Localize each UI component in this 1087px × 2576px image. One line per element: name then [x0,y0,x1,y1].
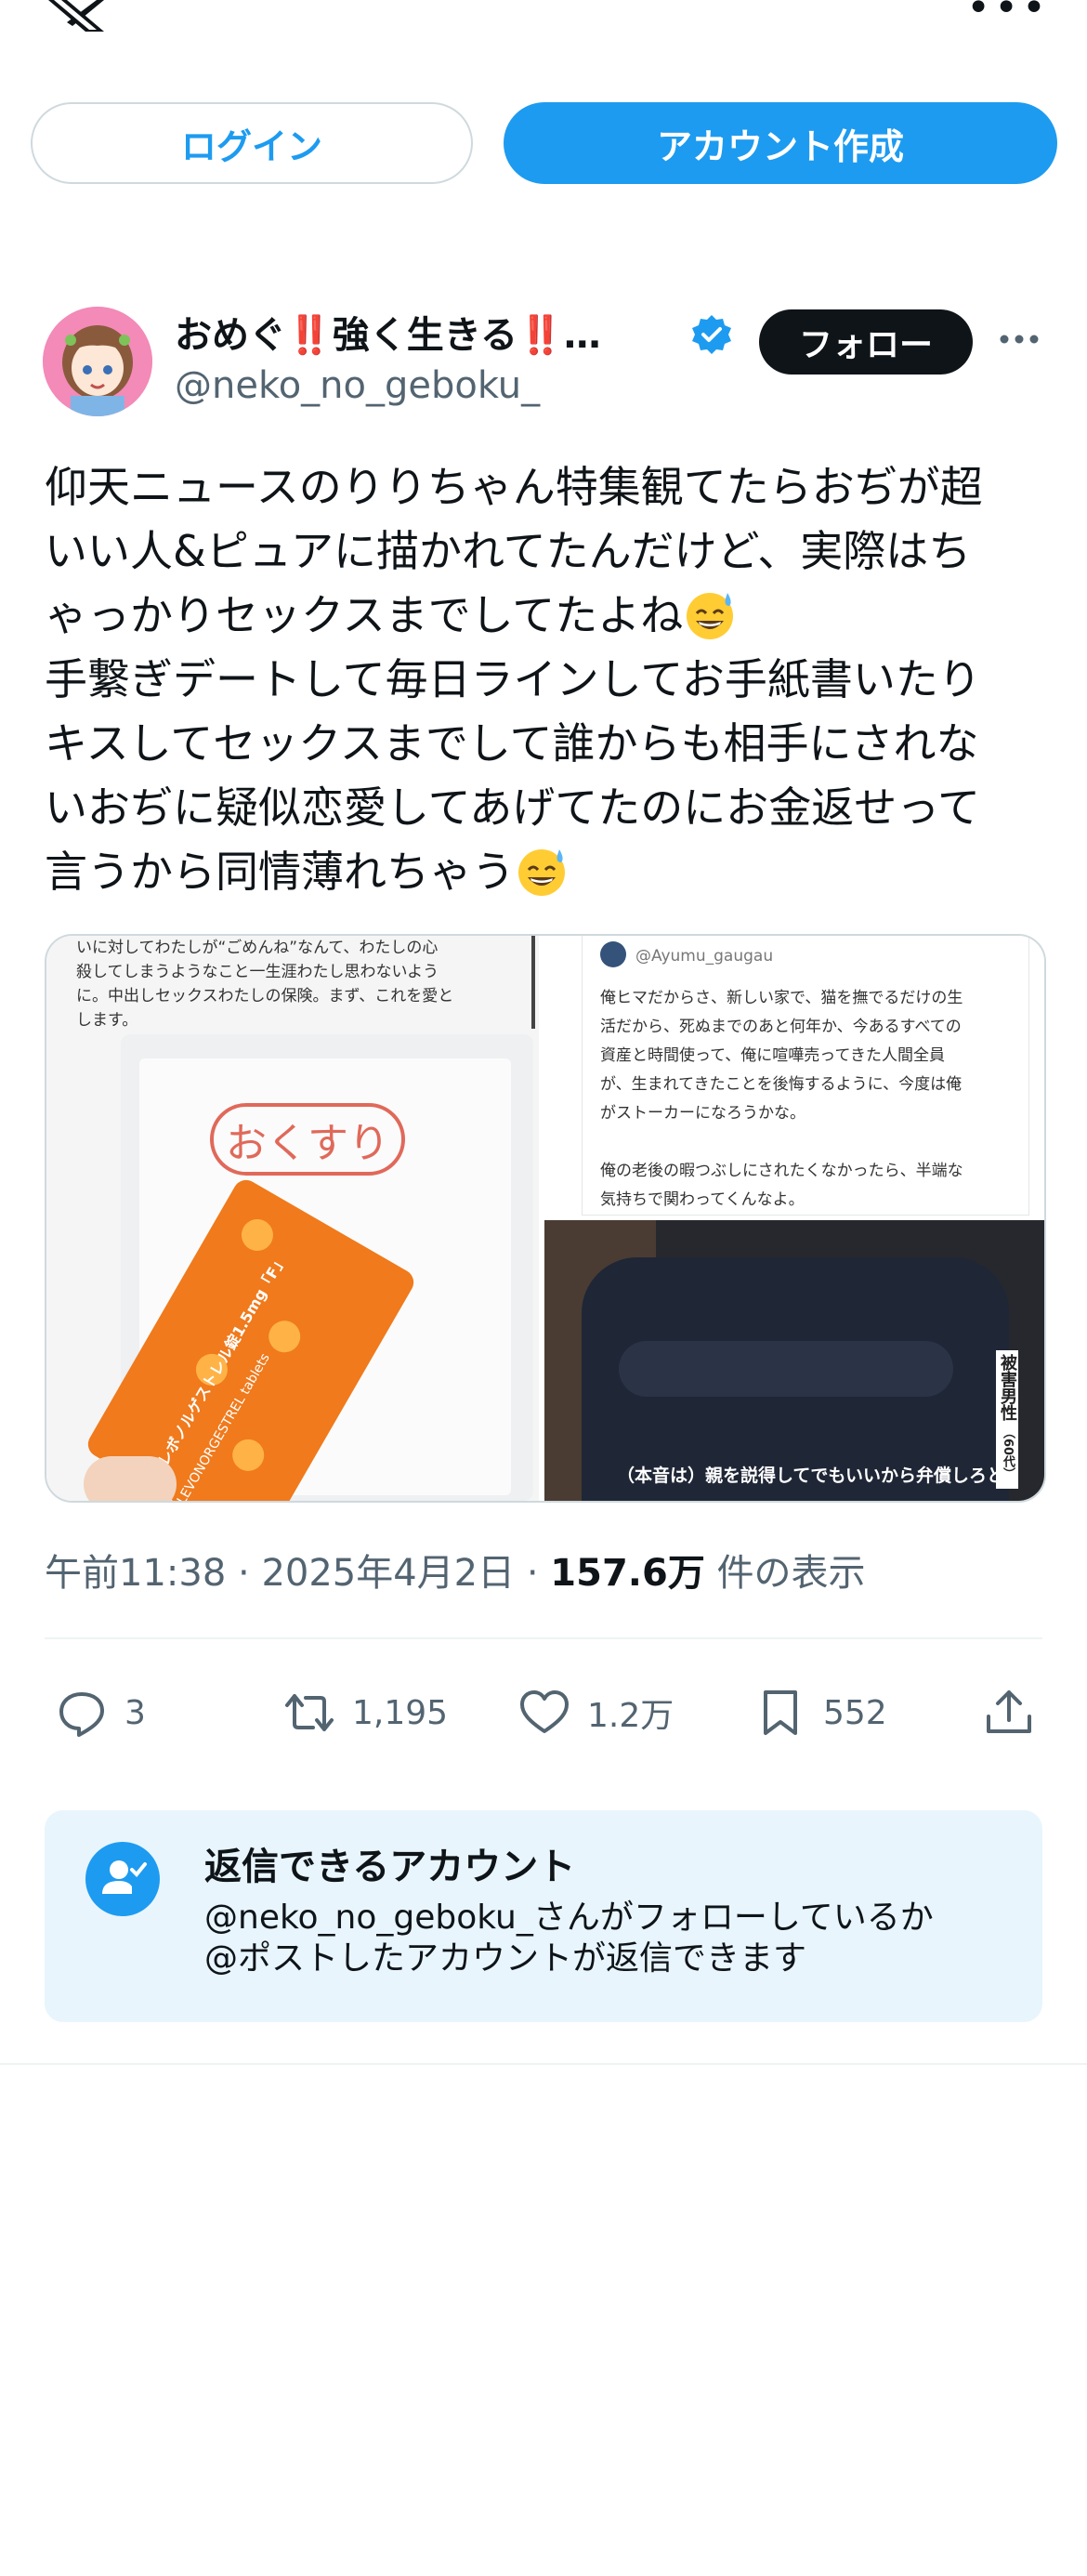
repost-icon [285,1694,334,1731]
follow-button[interactable]: フォロー [759,309,973,375]
reply-button[interactable]: 3 [56,1687,146,1739]
tweet-line: 仰天ニュースのりりちゃん特集観てたらおぢが超 [45,462,983,512]
divider [45,1637,1042,1639]
like-button[interactable]: 1.2万 [518,1687,674,1739]
tweet-line: 言うから同情薄れちゃう [45,847,515,897]
bookmark-icon [764,1690,797,1735]
tweet-line: いおぢに疑似恋愛してあげてたのにお金返せって [45,782,980,833]
repost-count: 1,195 [352,1693,449,1732]
share-button[interactable] [983,1687,1052,1739]
verified-badge-icon [692,315,731,354]
views-label: 件の表示 [716,1552,866,1595]
meta-separator: · [238,1552,250,1595]
user-check-icon [85,1842,160,1916]
interview-photo: 被害男性（60代） （本音は）親を説得してでもいいから弁償しろと [544,1220,1044,1501]
medicine-label: おくすり [210,1103,405,1176]
tweet-date[interactable]: 2025年4月2日 [261,1552,515,1595]
divider [0,2063,1087,2065]
heart-icon [520,1690,569,1733]
signup-button[interactable]: アカウント作成 [504,102,1057,184]
video-caption: （本音は）親を説得してでもいいから弁償しろと [617,1465,1005,1486]
avatar[interactable] [43,307,152,416]
tweet-line: ゃっかりセックスまでしてたよね [45,590,684,640]
tweet-line: いい人&ピュアに描かれてたんだけど、実際はち [45,526,972,576]
repost-button[interactable]: 1,195 [283,1687,448,1739]
share-icon [987,1690,1031,1733]
like-count: 1.2万 [587,1697,674,1735]
tweet-meta: 午前11:38 · 2025年4月2日 · 157.6万 件の表示 [45,1543,866,1597]
reply-count: 3 [124,1693,146,1732]
tweet-line: 手繋ぎデートして毎日ラインしてお手紙書いたり [45,654,981,704]
views-count: 157.6万 [550,1552,705,1595]
tweet-line: キスしてセックスまでして誰からも相手にされな [45,718,979,769]
media-right-image[interactable]: @Ayumu_gaugau 俺ヒマだからさ、新しい家で、猫を撫でるだけの生 活だ… [544,936,1044,1501]
right-image-handle: @Ayumu_gaugau [635,947,774,966]
bookmark-button[interactable]: 552 [754,1687,887,1739]
tweet-media[interactable]: いに対してわたしが“ごめんね”なんて、わたしの心 殺してしまうようなこと一生涯わ… [45,934,1046,1503]
media-left-image[interactable]: いに対してわたしが“ごめんね”なんて、わたしの心 殺してしまうようなこと一生涯わ… [46,936,539,1501]
bookmark-count: 552 [823,1693,887,1732]
user-handle[interactable]: @neko_no_geboku_ [175,364,540,407]
reply-icon [59,1692,104,1737]
x-logo-icon[interactable] [45,0,108,32]
left-image-text: いに対してわたしが“ごめんね”なんて、わたしの心 殺してしまうようなこと一生涯わ… [76,939,454,1030]
reply-box-title: 返信できるアカウント [204,1846,576,1888]
tweet-time[interactable]: 午前11:38 [45,1552,226,1595]
more-options-icon[interactable]: ••• [966,0,1050,29]
sweat-smile-emoji-icon [687,593,734,639]
tweet-more-icon[interactable] [996,321,1042,358]
sweat-smile-emoji-icon [518,849,565,896]
profile-thumb [600,941,626,967]
reply-box-desc: @neko_no_geboku_さんがフォローしているか @ポストしたアカウント… [204,1899,934,1978]
login-button[interactable]: ログイン [31,102,473,184]
display-name[interactable]: おめぐ‼️強く生きる‼️… [175,305,601,359]
meta-separator: · [526,1552,539,1595]
tweet-text: 仰天ニュースのりりちゃん特集観てたらおぢが超 いい人&ピュアに描かれてたんだけど… [45,455,1048,904]
reply-permission-box: 返信できるアカウント @neko_no_geboku_さんがフォローしているか … [45,1810,1042,2022]
right-image-text: 俺ヒマだからさ、新しい家で、猫を撫でるだけの生 活だから、死ぬまでのあと何年か、… [600,989,963,1209]
